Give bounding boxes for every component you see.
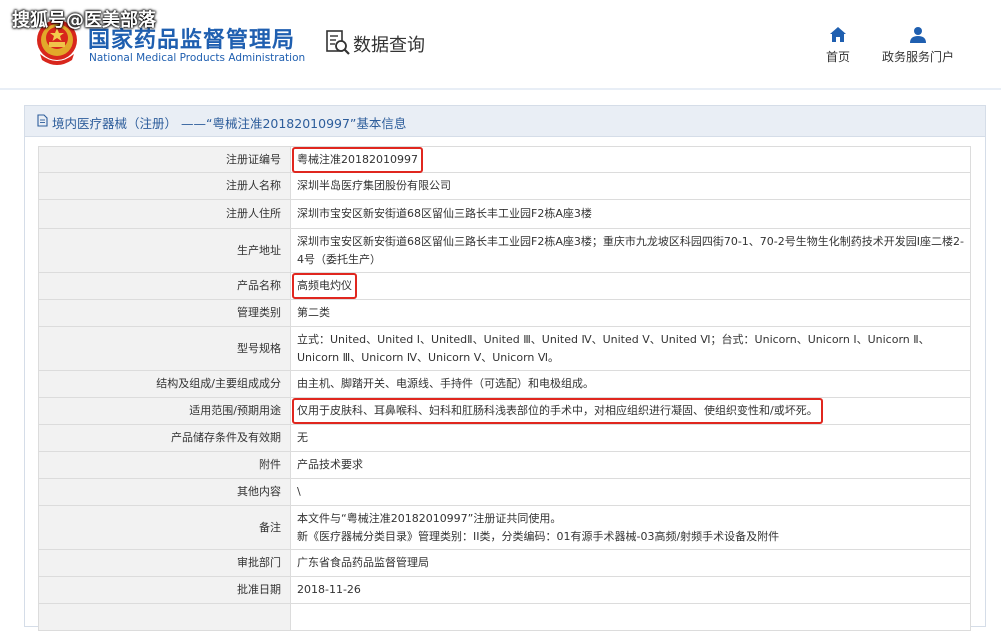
row-label: 生产地址 xyxy=(38,228,291,273)
row-label: 产品储存条件及有效期 xyxy=(38,424,291,452)
row-value: 粤械注准20182010997 xyxy=(290,146,971,173)
row-value: \ xyxy=(290,478,971,506)
row-label xyxy=(38,603,291,631)
row-value: 深圳半岛医疗集团股份有限公司 xyxy=(290,172,971,200)
row-label: 管理类别 xyxy=(38,299,291,327)
highlighted-value: 仅用于皮肤科、耳鼻喉科、妇科和肛肠科浅表部位的手术中，对相应组织进行凝固、使组织… xyxy=(292,398,823,424)
info-panel: 境内医疗器械（注册） ——“粤械注准20182010997”基本信息 注册证编号… xyxy=(24,105,986,631)
row-value: 无 xyxy=(290,424,971,452)
row-label: 型号规格 xyxy=(38,326,291,371)
row-label: 注册人名称 xyxy=(38,172,291,200)
table-row: 产品名称 高频电灼仪 xyxy=(38,272,971,300)
home-icon xyxy=(830,27,846,42)
header-divider xyxy=(0,88,1001,90)
logo-title-en: National Medical Products Administration xyxy=(89,52,306,64)
table-row: 生产地址 深圳市宝安区新安街道68区留仙三路长丰工业园F2栋A座3楼；重庆市九龙… xyxy=(38,228,971,273)
row-value: 2018-11-26 xyxy=(290,576,971,604)
table-row: 管理类别 第二类 xyxy=(38,299,971,327)
table-row: 型号规格 立式：United、United Ⅰ、UnitedⅡ、United Ⅲ… xyxy=(38,326,971,371)
row-label: 产品名称 xyxy=(38,272,291,300)
row-value: 深圳市宝安区新安街道68区留仙三路长丰工业园F2栋A座3楼 xyxy=(290,199,971,229)
user-icon xyxy=(910,27,926,43)
row-label: 结构及组成/主要组成成分 xyxy=(38,370,291,398)
nav-portal-link[interactable]: 政务服务门户 xyxy=(880,26,956,65)
row-label: 注册证编号 xyxy=(38,146,291,173)
document-search-icon xyxy=(326,30,350,55)
remark-line-1: 本文件与“粤械注准20182010997”注册证共同使用。 xyxy=(297,511,562,525)
row-label: 备注 xyxy=(38,505,291,550)
remark-line-2: 新《医疗器械分类目录》管理类别：II类，分类编码：01有源手术器械-03高频/射… xyxy=(297,529,780,543)
table-row: 注册人名称 深圳半岛医疗集团股份有限公司 xyxy=(38,172,971,200)
nav-portal-label: 政务服务门户 xyxy=(881,50,954,64)
table-row: 批准日期 2018-11-26 xyxy=(38,576,971,604)
table-row: 注册证编号 粤械注准20182010997 xyxy=(38,146,971,173)
panel-header: 境内医疗器械（注册） ——“粤械注准20182010997”基本信息 xyxy=(25,106,985,137)
row-value: 高频电灼仪 xyxy=(290,272,971,300)
info-table: 注册证编号 粤械注准20182010997 注册人名称 深圳半岛医疗集团股份有限… xyxy=(38,146,971,631)
row-value: 仅用于皮肤科、耳鼻喉科、妇科和肛肠科浅表部位的手术中，对相应组织进行凝固、使组织… xyxy=(290,397,971,425)
row-value: 第二类 xyxy=(290,299,971,327)
row-value: 深圳市宝安区新安街道68区留仙三路长丰工业园F2栋A座3楼；重庆市九龙坡区科园四… xyxy=(290,228,971,273)
row-label: 审批部门 xyxy=(38,549,291,577)
row-label: 其他内容 xyxy=(38,478,291,506)
table-row: 附件 产品技术要求 xyxy=(38,451,971,479)
row-label: 附件 xyxy=(38,451,291,479)
table-row: 备注 本文件与“粤械注准20182010997”注册证共同使用。 新《医疗器械分… xyxy=(38,505,971,550)
panel-title: 境内医疗器械（注册） ——“粤械注准20182010997”基本信息 xyxy=(52,116,407,131)
row-value: 立式：United、United Ⅰ、UnitedⅡ、United Ⅲ、Unit… xyxy=(290,326,971,371)
site-header: 搜狐号@医美部落 国家药品监督管理局 National Medical Prod… xyxy=(0,0,1001,90)
highlighted-value: 高频电灼仪 xyxy=(292,273,357,299)
row-value xyxy=(290,603,971,631)
table-row: 结构及组成/主要组成成分 由主机、脚踏开关、电源线、手持件（可选配）和电极组成。 xyxy=(38,370,971,398)
table-row: 注册人住所 深圳市宝安区新安街道68区留仙三路长丰工业园F2栋A座3楼 xyxy=(38,199,971,229)
row-value: 本文件与“粤械注准20182010997”注册证共同使用。 新《医疗器械分类目录… xyxy=(290,505,971,550)
table-row: 产品储存条件及有效期 无 xyxy=(38,424,971,452)
nav-home-label: 首页 xyxy=(825,50,850,64)
table-row: 其他内容 \ xyxy=(38,478,971,506)
highlighted-value: 粤械注准20182010997 xyxy=(292,146,423,173)
row-value: 产品技术要求 xyxy=(290,451,971,479)
table-row: 适用范围/预期用途 仅用于皮肤科、耳鼻喉科、妇科和肛肠科浅表部位的手术中，对相应… xyxy=(38,397,971,425)
section-title: 数据查询 xyxy=(353,35,425,56)
watermark-text: 搜狐号@医美部落 xyxy=(12,10,156,31)
row-label: 适用范围/预期用途 xyxy=(38,397,291,425)
nav-home-link[interactable]: 首页 xyxy=(822,26,854,65)
row-value: 广东省食品药品监督管理局 xyxy=(290,549,971,577)
row-label: 注册人住所 xyxy=(38,199,291,229)
document-icon xyxy=(37,114,48,127)
table-row xyxy=(38,603,971,631)
row-label: 批准日期 xyxy=(38,576,291,604)
row-value: 由主机、脚踏开关、电源线、手持件（可选配）和电极组成。 xyxy=(290,370,971,398)
table-row: 审批部门 广东省食品药品监督管理局 xyxy=(38,549,971,577)
